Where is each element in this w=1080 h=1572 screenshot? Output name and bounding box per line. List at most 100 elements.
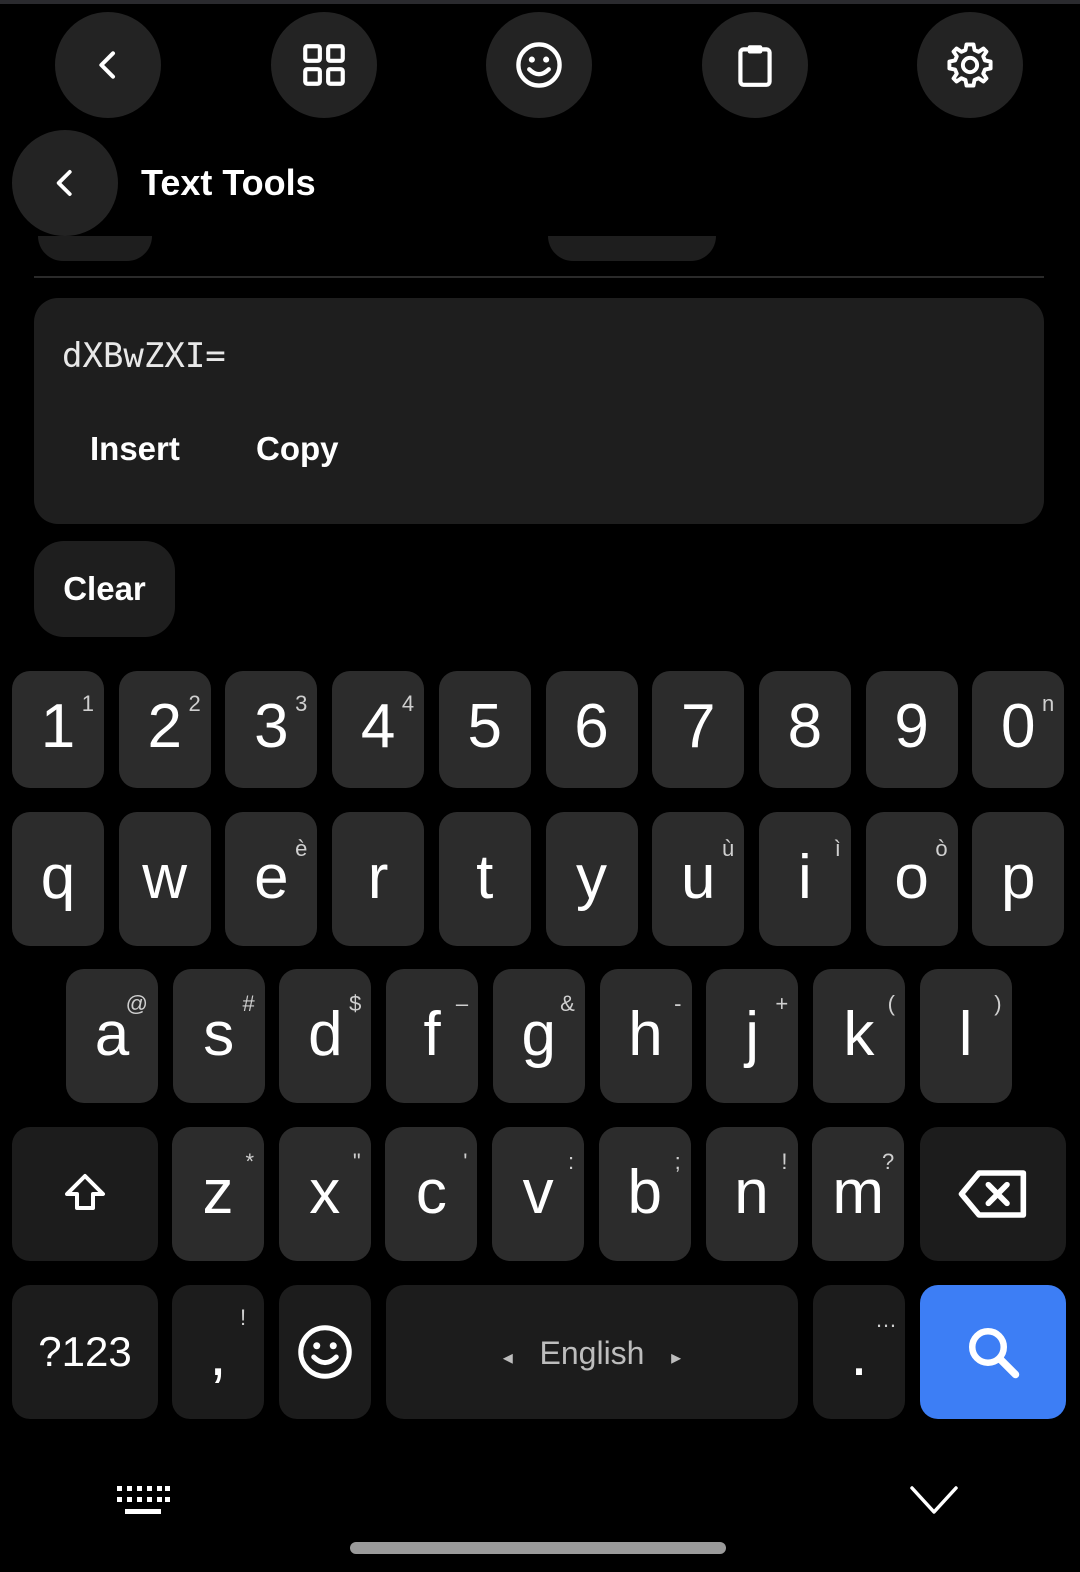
key-w[interactable]: w	[118, 812, 211, 946]
key-3[interactable]: 33	[225, 671, 318, 788]
key-t[interactable]: t	[438, 812, 531, 946]
language-right-arrow: ▸	[671, 1347, 682, 1369]
key-label: 9	[894, 692, 929, 761]
search-icon	[968, 1327, 1020, 1379]
key-hint: @	[125, 991, 148, 1016]
keyboard-switch-icon[interactable]	[116, 1484, 170, 1518]
symbols-key[interactable]: ?123	[12, 1285, 158, 1419]
smiley-icon	[516, 42, 562, 88]
key-hint: !	[781, 1149, 788, 1174]
key-y[interactable]: y	[545, 812, 638, 946]
key-c[interactable]: c '	[385, 1127, 478, 1261]
key-hint: –	[455, 991, 469, 1016]
key-hint: 4	[401, 691, 415, 716]
key-hint: $	[349, 991, 362, 1016]
key-g[interactable]: g &	[492, 969, 585, 1103]
key-0[interactable]: 0n	[972, 671, 1065, 788]
key-l[interactable]: l)	[919, 969, 1012, 1103]
space-key[interactable]: ◂ English ▸	[386, 1285, 798, 1419]
emoji-key[interactable]	[279, 1285, 371, 1419]
toolbar-back-button[interactable]	[55, 12, 161, 118]
key-o[interactable]: oò	[865, 812, 958, 946]
key-b[interactable]: b;	[598, 1127, 691, 1261]
backspace-key[interactable]	[920, 1127, 1066, 1261]
key-a[interactable]: a @	[66, 969, 158, 1103]
key-hint: &	[560, 991, 575, 1016]
key-hint: 1	[81, 691, 94, 716]
backspace-icon	[958, 1170, 1027, 1218]
key-6[interactable]: 6	[545, 671, 638, 788]
key-hint: (	[887, 991, 895, 1016]
toolbar-clipboard-button[interactable]	[702, 12, 808, 118]
key-4[interactable]: 44	[332, 671, 425, 788]
key-label: w	[142, 843, 188, 912]
key-hint: ù	[721, 836, 735, 861]
key-m[interactable]: m?	[812, 1127, 905, 1261]
result-text: dXBwZXI=	[62, 336, 226, 376]
shift-key[interactable]	[12, 1127, 158, 1261]
period-key[interactable]: . …	[813, 1285, 905, 1419]
shift-icon	[65, 1174, 105, 1210]
hide-keyboard-icon[interactable]	[908, 1482, 960, 1518]
scrolled-item-center	[548, 236, 716, 261]
key-7[interactable]: 7	[652, 671, 745, 788]
key-label: 6	[574, 692, 609, 761]
search-action-key[interactable]	[920, 1285, 1066, 1419]
key-p[interactable]: p	[972, 812, 1065, 946]
key-z[interactable]: z *	[172, 1127, 264, 1261]
toolbar-apps-button[interactable]	[271, 12, 377, 118]
key-hint: '	[463, 1149, 468, 1174]
copy-button[interactable]: Copy	[256, 430, 339, 468]
key-hint: )	[994, 991, 1002, 1016]
key-n[interactable]: n!	[705, 1127, 798, 1261]
comma-key[interactable]: , !	[172, 1285, 264, 1419]
key-hint: n	[1042, 691, 1055, 716]
key-x[interactable]: x "	[278, 1127, 371, 1261]
key-hint: -	[674, 991, 682, 1016]
chevron-left-icon	[99, 51, 115, 79]
gear-icon	[947, 42, 993, 88]
key-label: y	[576, 843, 607, 912]
toolbar-settings-button[interactable]	[917, 12, 1023, 118]
key-r[interactable]: r	[332, 812, 425, 946]
key-hint: 2	[188, 691, 201, 716]
key-h[interactable]: h-	[599, 969, 692, 1103]
top-edge	[0, 0, 1080, 4]
key-i[interactable]: iì	[758, 812, 851, 946]
insert-button[interactable]: Insert	[90, 430, 180, 468]
clear-button[interactable]: Clear	[34, 541, 175, 637]
clipboard-icon	[738, 45, 772, 87]
key-e[interactable]: eè	[225, 812, 318, 946]
period-key-hint: …	[875, 1307, 897, 1332]
key-u[interactable]: uù	[652, 812, 745, 946]
divider	[34, 276, 1044, 278]
key-hint: #	[242, 991, 255, 1016]
key-f[interactable]: f –	[386, 969, 479, 1103]
header-back-button[interactable]	[12, 130, 118, 236]
home-indicator[interactable]	[350, 1542, 726, 1554]
language-name: English	[539, 1335, 645, 1371]
key-k[interactable]: k(	[812, 969, 905, 1103]
key-hint: ì	[834, 836, 841, 861]
key-v[interactable]: v:	[492, 1127, 585, 1261]
comma-key-hint: !	[240, 1305, 247, 1330]
key-1[interactable]: 11	[12, 671, 104, 788]
key-label: q	[40, 843, 76, 912]
key-j[interactable]: j +	[706, 969, 799, 1103]
grid-icon	[303, 44, 345, 86]
key-q[interactable]: q	[12, 812, 104, 946]
key-2[interactable]: 22	[118, 671, 211, 788]
key-hint: "	[352, 1149, 361, 1174]
key-8[interactable]: 8	[758, 671, 851, 788]
key-s[interactable]: s #	[172, 969, 265, 1103]
scrolled-item-left	[38, 236, 152, 261]
key-9[interactable]: 9	[865, 671, 958, 788]
result-card: dXBwZXI= Insert Copy	[34, 298, 1044, 524]
smiley-icon	[298, 1325, 352, 1379]
key-label: 8	[787, 692, 823, 761]
key-hint: :	[567, 1149, 575, 1174]
symbols-key-label: ?123	[38, 1328, 132, 1375]
key-5[interactable]: 5	[438, 671, 531, 788]
key-d[interactable]: d $	[279, 969, 372, 1103]
toolbar-emoji-button[interactable]	[486, 12, 592, 118]
